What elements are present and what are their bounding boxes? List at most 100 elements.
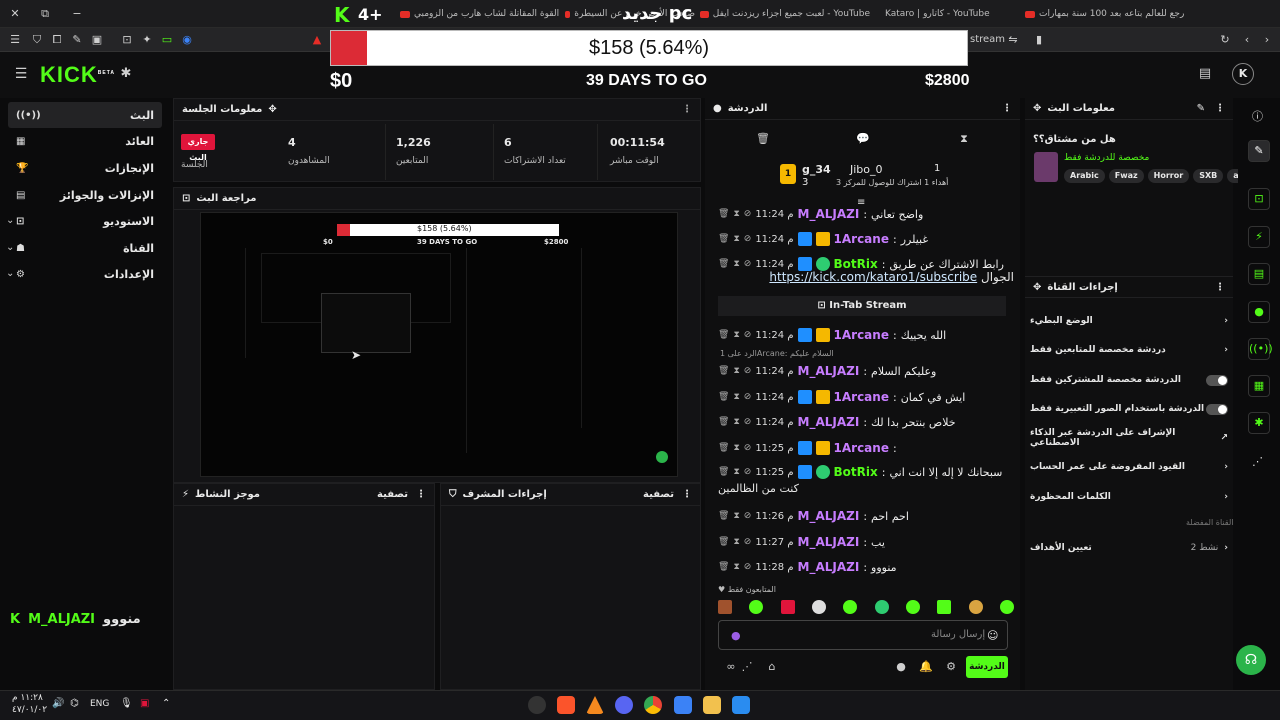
timeout-icon[interactable]: ⧗ (733, 234, 739, 244)
delete-icon[interactable]: 🗑 (718, 392, 729, 402)
timeout-icon[interactable]: ⧗ (733, 537, 739, 547)
chat-message[interactable]: 🗑 ⧗ ⊘ 11:24 م M_ALJAZI: واضح تعاني (718, 205, 1014, 223)
message-username[interactable]: 1Arcane (834, 390, 889, 404)
chat-message[interactable]: 🗑 ⧗ ⊘ 11:24 م 1Arcane: الله يحييك (718, 326, 1014, 344)
ban-icon[interactable]: ⊘ (744, 562, 752, 572)
more-icon[interactable]: ⋮ (1215, 103, 1225, 114)
chat-message[interactable]: 🗑 ⧗ ⊘ 11:27 م M_ALJAZI: يب (718, 533, 1014, 551)
chat-message[interactable]: 🗑 ⧗ ⊘ 11:24 م M_ALJAZI: خلاص بنتحر بدا لك (718, 413, 1014, 431)
message-username[interactable]: BotRix (834, 257, 878, 271)
volume-icon[interactable]: 🔊 (52, 698, 64, 709)
wifi-icon[interactable]: ◉ (180, 33, 194, 47)
battery-icon[interactable]: ▭ (160, 33, 174, 47)
target-icon[interactable]: ⊡ (1248, 188, 1270, 210)
ban-icon[interactable]: ⊘ (744, 259, 752, 269)
chat-bubble-icon[interactable]: ● (1248, 301, 1270, 323)
message-username[interactable]: M_ALJAZI (798, 364, 860, 378)
minimize-icon[interactable]: − (70, 7, 84, 21)
more-icon[interactable]: ⋮ (682, 104, 692, 115)
emote[interactable] (874, 600, 889, 614)
action-slow-mode[interactable]: الوضع البطيء › (1030, 310, 1228, 332)
infinity-icon[interactable]: ∞ (724, 660, 738, 674)
chevron-down-icon[interactable]: ⌄ (6, 268, 14, 279)
chevron-down-icon[interactable]: ⌄ (6, 215, 14, 226)
tag[interactable]: Arabic (1064, 169, 1105, 183)
ban-icon[interactable]: ⊘ (744, 417, 752, 427)
ban-icon[interactable]: ⊘ (744, 209, 752, 219)
ban-icon[interactable]: ⊘ (744, 467, 752, 477)
wrench-icon[interactable]: ✱ (1248, 412, 1270, 434)
chat-message[interactable]: 🗑 ⧗ ⊘ 11:24 م M_ALJAZI: وعليكم السلام (718, 362, 1014, 380)
emote[interactable] (999, 600, 1014, 614)
kick-logo[interactable]: KICKBETA (40, 62, 115, 88)
delete-icon[interactable]: 🗑 (718, 330, 729, 340)
folder-icon[interactable] (703, 696, 721, 714)
shield-icon[interactable]: ⛉ (30, 33, 44, 47)
close-icon[interactable]: ✕ (8, 7, 22, 21)
forward-icon[interactable]: › (1260, 33, 1274, 47)
ban-icon[interactable]: ⊘ (744, 511, 752, 521)
delete-icon[interactable]: 🗑 (718, 234, 729, 244)
store-icon[interactable] (674, 696, 692, 714)
support-button[interactable]: ☊ (1236, 645, 1266, 675)
chat-message[interactable]: 🗑 ⧗ ⊘ 11:28 م M_ALJAZI: منووو (718, 558, 1014, 576)
emoji-icon[interactable]: ☺ (987, 629, 998, 642)
delete-icon[interactable]: 🗑 (718, 209, 729, 219)
reload-icon[interactable]: ↻ (1218, 33, 1232, 47)
sidebar-icon[interactable]: ▣ (90, 33, 104, 47)
timeout-icon[interactable]: ⧗ (733, 330, 739, 340)
message-username[interactable]: 1Arcane (834, 328, 889, 342)
emote[interactable] (749, 600, 764, 614)
tag[interactable]: SXB (1193, 169, 1224, 183)
ban-icon[interactable]: ⊘ (744, 392, 752, 402)
delete-icon[interactable]: 🗑 (718, 511, 729, 521)
chat-bubble-icon[interactable]: ● (894, 660, 908, 674)
emote-only-toggle[interactable] (1206, 403, 1228, 415)
screenshot-icon[interactable]: ⊡ (120, 33, 134, 47)
broadcast-icon[interactable]: ((•)) (1248, 338, 1273, 360)
emote[interactable] (968, 600, 983, 614)
hamburger-icon[interactable]: ☰ (14, 67, 28, 81)
mic-icon[interactable]: 🎙 (120, 698, 133, 709)
chevron-down-icon[interactable]: ⌄ (6, 242, 14, 253)
brave-icon[interactable]: ▲ (310, 33, 324, 47)
subscribe-link[interactable]: https://kick.com/kataro1/subscribe (769, 270, 977, 284)
bell-icon[interactable]: 🔔 (919, 660, 933, 674)
tag[interactable]: Fwaz (1108, 169, 1144, 183)
message-username[interactable]: 1Arcane (834, 441, 889, 455)
gear-icon[interactable]: ⚙ (944, 660, 958, 674)
tray-app-icon[interactable]: ▣ (140, 698, 149, 709)
timeout-icon[interactable]: ⧗ (733, 259, 739, 269)
windows-icon[interactable] (732, 696, 750, 714)
more-icon[interactable]: ⋮ (1215, 282, 1225, 293)
chat-input[interactable]: ● إرسال رسالة ☺ (718, 620, 1008, 650)
action-set-goals[interactable]: تعيين الأهداف 2 نشط › (1030, 537, 1228, 559)
action-account-age[interactable]: القيود المفروضة على عمر الحساب › (1030, 456, 1228, 478)
edit-icon[interactable]: ✎ (70, 33, 84, 47)
message-username[interactable]: M_ALJAZI (798, 560, 860, 574)
share-icon[interactable]: ⋰ (1252, 455, 1263, 468)
ban-icon[interactable]: ⊘ (744, 234, 752, 244)
delete-icon[interactable]: 🗑 (718, 366, 729, 376)
nav-item-channel[interactable]: ☗ القناة (8, 235, 162, 261)
nav-item-settings[interactable]: ⚙ الإعدادات (8, 261, 162, 287)
language-indicator[interactable]: ENG (90, 699, 109, 709)
ban-icon[interactable]: ⊘ (744, 330, 752, 340)
pin-icon[interactable]: ✱ (119, 67, 133, 81)
layers-icon[interactable]: ▦ (1248, 375, 1270, 397)
delete-icon[interactable]: 🗑 (718, 562, 729, 572)
message-username[interactable]: M_ALJAZI (798, 509, 860, 523)
edit-icon[interactable]: ✎ (1197, 103, 1205, 114)
window-icon[interactable]: ⧉ (38, 7, 52, 21)
drag-icon[interactable]: ✥ (268, 104, 276, 115)
message-username[interactable]: 1Arcane (834, 232, 889, 246)
back-icon[interactable]: ‹ (1240, 33, 1254, 47)
timeout-icon[interactable]: ⧗ (733, 443, 739, 453)
nav-item-achievements[interactable]: 🏆 الإنجازات (8, 155, 162, 181)
stream-category[interactable]: مخصصة للدردشة فقط (1064, 153, 1149, 163)
browser-tab[interactable]: رجع للعالم بتاعه بعد 100 سنة بمهارات (1025, 4, 1205, 24)
puzzle-icon[interactable]: ⧠ (50, 33, 64, 47)
network-icon[interactable]: ⌬ (70, 698, 79, 709)
timeout-icon[interactable]: ⧗ (733, 562, 739, 572)
chat-message[interactable]: 🗑 ⧗ ⊘ 11:25 م 1Arcane: (718, 439, 1014, 457)
